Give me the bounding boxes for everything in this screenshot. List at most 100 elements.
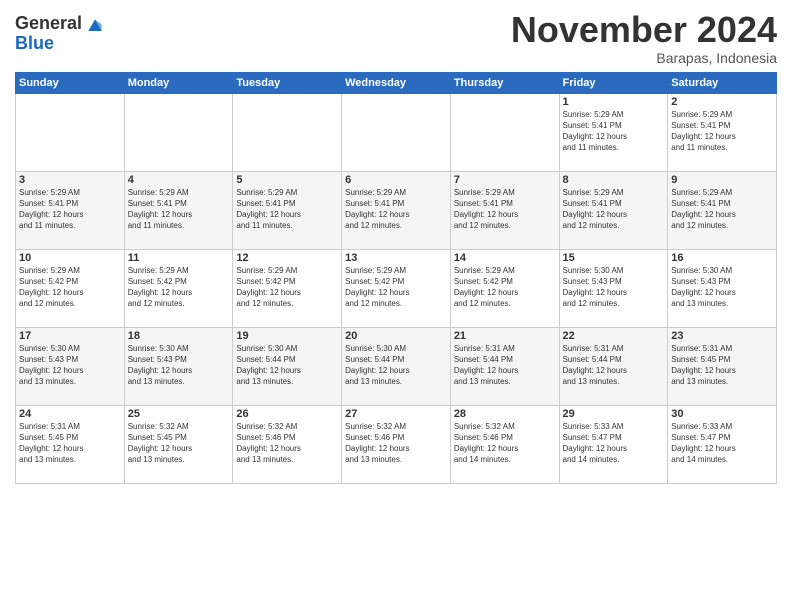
day-cell: 6Sunrise: 5:29 AM Sunset: 5:41 PM Daylig…	[342, 171, 451, 249]
day-cell: 1Sunrise: 5:29 AM Sunset: 5:41 PM Daylig…	[559, 93, 668, 171]
day-number: 2	[671, 96, 773, 108]
day-number: 7	[454, 174, 556, 186]
day-cell: 3Sunrise: 5:29 AM Sunset: 5:41 PM Daylig…	[16, 171, 125, 249]
day-number: 16	[671, 252, 773, 264]
day-number: 15	[563, 252, 665, 264]
day-number: 19	[236, 330, 338, 342]
day-cell: 30Sunrise: 5:33 AM Sunset: 5:47 PM Dayli…	[668, 405, 777, 483]
col-wednesday: Wednesday	[342, 72, 451, 93]
day-number: 12	[236, 252, 338, 264]
day-cell	[342, 93, 451, 171]
day-number: 5	[236, 174, 338, 186]
day-info: Sunrise: 5:30 AM Sunset: 5:43 PM Dayligh…	[19, 343, 121, 388]
day-number: 9	[671, 174, 773, 186]
day-info: Sunrise: 5:29 AM Sunset: 5:41 PM Dayligh…	[563, 109, 665, 154]
day-number: 26	[236, 408, 338, 420]
day-cell: 22Sunrise: 5:31 AM Sunset: 5:44 PM Dayli…	[559, 327, 668, 405]
day-cell: 26Sunrise: 5:32 AM Sunset: 5:46 PM Dayli…	[233, 405, 342, 483]
day-info: Sunrise: 5:32 AM Sunset: 5:46 PM Dayligh…	[454, 421, 556, 466]
month-title: November 2024	[511, 10, 777, 50]
logo-text: General Blue	[15, 14, 82, 54]
day-info: Sunrise: 5:29 AM Sunset: 5:41 PM Dayligh…	[671, 109, 773, 154]
day-number: 3	[19, 174, 121, 186]
day-cell: 29Sunrise: 5:33 AM Sunset: 5:47 PM Dayli…	[559, 405, 668, 483]
week-row-1: 3Sunrise: 5:29 AM Sunset: 5:41 PM Daylig…	[16, 171, 777, 249]
col-thursday: Thursday	[450, 72, 559, 93]
day-info: Sunrise: 5:30 AM Sunset: 5:43 PM Dayligh…	[128, 343, 230, 388]
day-number: 4	[128, 174, 230, 186]
day-info: Sunrise: 5:31 AM Sunset: 5:44 PM Dayligh…	[563, 343, 665, 388]
day-cell	[450, 93, 559, 171]
day-number: 22	[563, 330, 665, 342]
day-info: Sunrise: 5:33 AM Sunset: 5:47 PM Dayligh…	[563, 421, 665, 466]
day-info: Sunrise: 5:29 AM Sunset: 5:41 PM Dayligh…	[454, 187, 556, 232]
day-info: Sunrise: 5:31 AM Sunset: 5:45 PM Dayligh…	[671, 343, 773, 388]
day-info: Sunrise: 5:29 AM Sunset: 5:41 PM Dayligh…	[345, 187, 447, 232]
day-cell: 28Sunrise: 5:32 AM Sunset: 5:46 PM Dayli…	[450, 405, 559, 483]
day-cell: 8Sunrise: 5:29 AM Sunset: 5:41 PM Daylig…	[559, 171, 668, 249]
day-number: 21	[454, 330, 556, 342]
day-number: 6	[345, 174, 447, 186]
day-info: Sunrise: 5:29 AM Sunset: 5:41 PM Dayligh…	[671, 187, 773, 232]
day-cell: 13Sunrise: 5:29 AM Sunset: 5:42 PM Dayli…	[342, 249, 451, 327]
day-number: 27	[345, 408, 447, 420]
header: General Blue November 2024 Barapas, Indo…	[15, 10, 777, 66]
week-row-2: 10Sunrise: 5:29 AM Sunset: 5:42 PM Dayli…	[16, 249, 777, 327]
page: General Blue November 2024 Barapas, Indo…	[0, 0, 792, 612]
day-cell: 16Sunrise: 5:30 AM Sunset: 5:43 PM Dayli…	[668, 249, 777, 327]
day-cell	[124, 93, 233, 171]
day-number: 18	[128, 330, 230, 342]
day-number: 23	[671, 330, 773, 342]
day-number: 14	[454, 252, 556, 264]
logo-general: General	[15, 14, 82, 34]
day-cell: 19Sunrise: 5:30 AM Sunset: 5:44 PM Dayli…	[233, 327, 342, 405]
logo: General Blue	[15, 14, 105, 54]
day-number: 25	[128, 408, 230, 420]
day-info: Sunrise: 5:29 AM Sunset: 5:42 PM Dayligh…	[128, 265, 230, 310]
day-number: 10	[19, 252, 121, 264]
day-info: Sunrise: 5:31 AM Sunset: 5:44 PM Dayligh…	[454, 343, 556, 388]
logo-icon	[85, 16, 105, 36]
day-number: 13	[345, 252, 447, 264]
day-cell: 25Sunrise: 5:32 AM Sunset: 5:45 PM Dayli…	[124, 405, 233, 483]
day-info: Sunrise: 5:29 AM Sunset: 5:42 PM Dayligh…	[19, 265, 121, 310]
day-number: 17	[19, 330, 121, 342]
col-tuesday: Tuesday	[233, 72, 342, 93]
day-cell: 27Sunrise: 5:32 AM Sunset: 5:46 PM Dayli…	[342, 405, 451, 483]
day-cell: 24Sunrise: 5:31 AM Sunset: 5:45 PM Dayli…	[16, 405, 125, 483]
day-info: Sunrise: 5:29 AM Sunset: 5:42 PM Dayligh…	[345, 265, 447, 310]
day-cell: 2Sunrise: 5:29 AM Sunset: 5:41 PM Daylig…	[668, 93, 777, 171]
day-info: Sunrise: 5:30 AM Sunset: 5:44 PM Dayligh…	[345, 343, 447, 388]
day-cell: 14Sunrise: 5:29 AM Sunset: 5:42 PM Dayli…	[450, 249, 559, 327]
day-info: Sunrise: 5:32 AM Sunset: 5:45 PM Dayligh…	[128, 421, 230, 466]
day-number: 8	[563, 174, 665, 186]
day-number: 28	[454, 408, 556, 420]
day-info: Sunrise: 5:29 AM Sunset: 5:41 PM Dayligh…	[563, 187, 665, 232]
day-cell: 12Sunrise: 5:29 AM Sunset: 5:42 PM Dayli…	[233, 249, 342, 327]
col-friday: Friday	[559, 72, 668, 93]
day-cell: 15Sunrise: 5:30 AM Sunset: 5:43 PM Dayli…	[559, 249, 668, 327]
day-info: Sunrise: 5:32 AM Sunset: 5:46 PM Dayligh…	[236, 421, 338, 466]
calendar-table: Sunday Monday Tuesday Wednesday Thursday…	[15, 72, 777, 484]
day-number: 24	[19, 408, 121, 420]
day-info: Sunrise: 5:29 AM Sunset: 5:41 PM Dayligh…	[236, 187, 338, 232]
day-info: Sunrise: 5:29 AM Sunset: 5:42 PM Dayligh…	[236, 265, 338, 310]
day-info: Sunrise: 5:30 AM Sunset: 5:43 PM Dayligh…	[671, 265, 773, 310]
day-info: Sunrise: 5:29 AM Sunset: 5:42 PM Dayligh…	[454, 265, 556, 310]
day-cell: 7Sunrise: 5:29 AM Sunset: 5:41 PM Daylig…	[450, 171, 559, 249]
day-info: Sunrise: 5:29 AM Sunset: 5:41 PM Dayligh…	[19, 187, 121, 232]
logo-blue: Blue	[15, 34, 82, 54]
day-number: 30	[671, 408, 773, 420]
week-row-3: 17Sunrise: 5:30 AM Sunset: 5:43 PM Dayli…	[16, 327, 777, 405]
day-number: 1	[563, 96, 665, 108]
day-cell: 18Sunrise: 5:30 AM Sunset: 5:43 PM Dayli…	[124, 327, 233, 405]
col-sunday: Sunday	[16, 72, 125, 93]
day-number: 11	[128, 252, 230, 264]
day-number: 20	[345, 330, 447, 342]
day-cell: 5Sunrise: 5:29 AM Sunset: 5:41 PM Daylig…	[233, 171, 342, 249]
week-row-4: 24Sunrise: 5:31 AM Sunset: 5:45 PM Dayli…	[16, 405, 777, 483]
col-saturday: Saturday	[668, 72, 777, 93]
week-row-0: 1Sunrise: 5:29 AM Sunset: 5:41 PM Daylig…	[16, 93, 777, 171]
col-monday: Monday	[124, 72, 233, 93]
day-number: 29	[563, 408, 665, 420]
